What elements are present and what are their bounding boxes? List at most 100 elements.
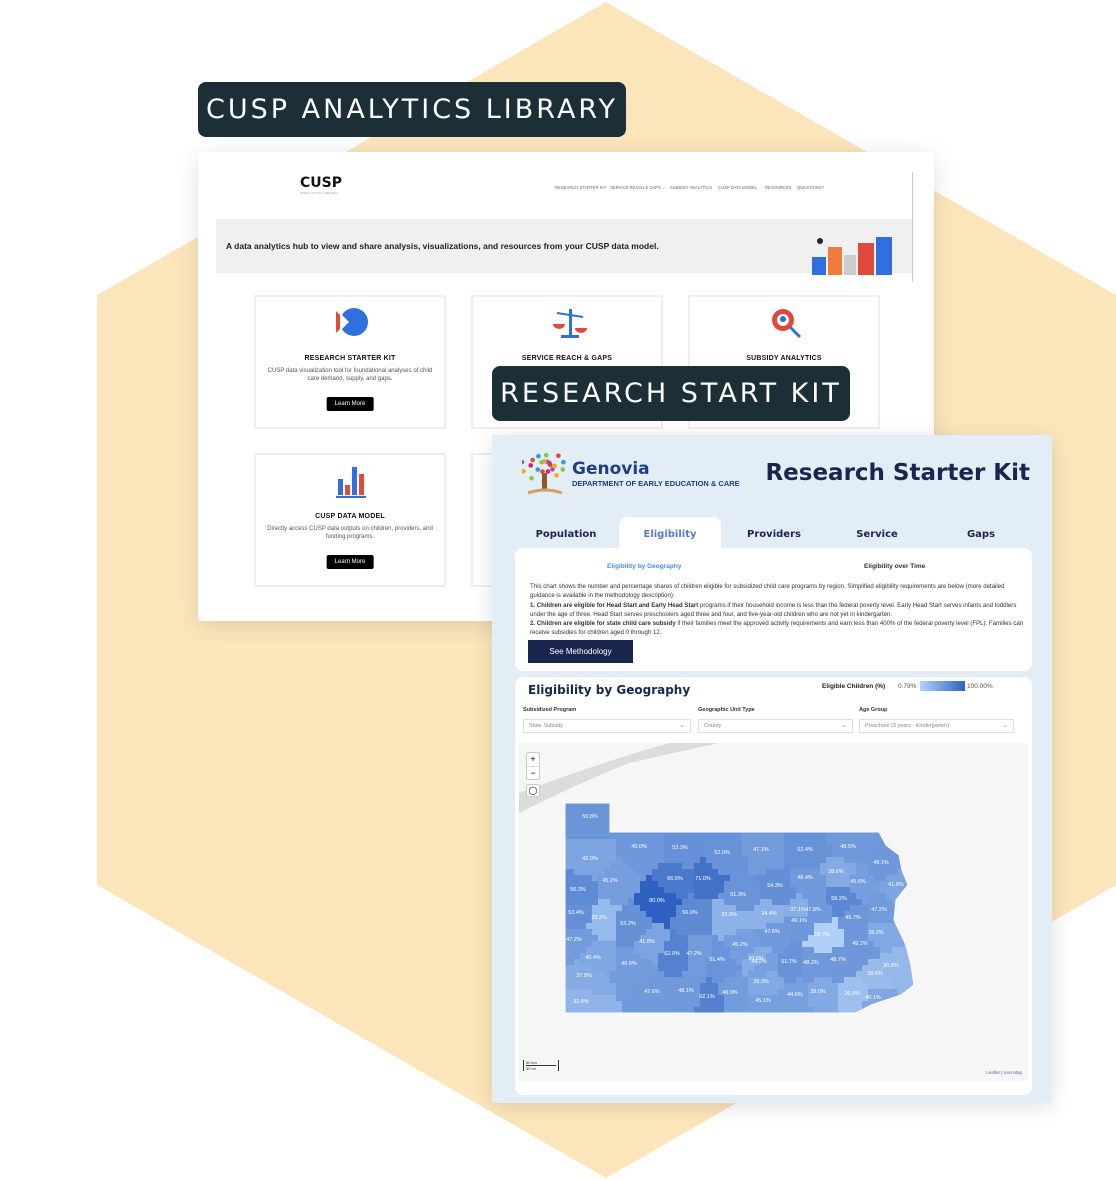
county-label[interactable]: 48.2% [803,960,819,966]
county-label[interactable]: 44.6% [787,992,803,998]
county-label[interactable]: 53.2% [620,921,636,927]
nav-item-4[interactable]: RESOURCES [765,185,792,190]
county-label[interactable]: 46.6% [621,961,637,967]
county-label[interactable]: 39.0% [810,989,826,995]
learn-more-button[interactable]: Learn More [326,555,374,569]
county-label[interactable]: 51.3% [730,892,746,898]
county-label[interactable]: 38.6% [828,869,844,875]
filter-select[interactable]: State Subsidy ⌄ [523,719,691,733]
tab-eligibility[interactable]: Eligibility [643,529,696,540]
county-label[interactable]: 47.2% [566,937,582,943]
county-label[interactable]: 52.4% [797,847,813,853]
county-label[interactable]: 42.0% [582,856,598,862]
county-label[interactable]: 48.5% [840,844,856,850]
tab-population[interactable]: Population [536,529,597,540]
county-label[interactable]: 66.5% [667,876,683,882]
county-label[interactable]: 16.7% [814,932,830,938]
county-label[interactable]: 71.0% [695,876,711,882]
county-label[interactable]: 49.1% [873,860,889,866]
gear-search-icon [772,309,802,339]
county-label[interactable]: 47.8% [805,907,821,913]
county-label[interactable]: 48.1% [678,988,694,994]
nav-item-5[interactable]: QUESTIONS? [797,185,824,190]
county-label[interactable]: 47.2% [686,951,702,957]
county-label[interactable]: 48.4% [797,875,813,881]
county-label[interactable]: 54.3% [767,883,783,889]
lasso-select-button[interactable]: ◯ [526,784,540,797]
county-label[interactable]: 62.0% [664,951,680,957]
card-3[interactable]: CUSP DATA MODEL Directly access CUSP data… [254,453,446,587]
cusp-logo[interactable]: CUSP ANALYTICS LIBRARY [300,175,342,195]
tab-gaps[interactable]: Gaps [967,529,995,540]
see-methodology-button[interactable]: See Methodology [528,640,633,663]
county-label[interactable]: 51.7% [781,959,797,965]
county-label[interactable]: 49.1% [791,918,807,924]
county-label[interactable]: 45.6% [850,879,866,885]
choropleth-map[interactable]: 50.8% 49.0% 53.3% 52.0% 47.1% 52.4% 48.5% 42.0%… [519,743,1028,1081]
county-label[interactable]: 50.8% [582,814,598,820]
county-label[interactable]: 26.0% [844,991,860,997]
learn-more-button[interactable]: Learn More [326,397,374,411]
county-label[interactable]: 56.3% [570,887,586,893]
scrollbar[interactable] [912,172,913,282]
filter-label: Subsidized Program [523,707,577,713]
tab-providers[interactable]: Providers [747,529,801,540]
legend-max: 100.00% [967,683,993,690]
county-label[interactable]: 53.4% [568,910,584,916]
filter-select[interactable]: Preschool (3 years - Kindergarten) ⌄ [859,719,1014,733]
county-label[interactable]: 53.3% [672,845,688,851]
county-label[interactable]: 47.1% [753,847,769,853]
buildings-illustration [812,237,892,275]
county-label[interactable]: 34.4% [761,911,777,917]
bar-chart-icon [336,467,366,498]
county-label[interactable]: 49.2% [852,941,868,947]
county-label[interactable]: 28.6% [867,971,883,977]
nav-item-3[interactable]: CUSP DATA MODEL [718,185,757,190]
nav-item-1[interactable]: SERVICE REACH & GAPS ⌄ [610,185,666,190]
county-label[interactable]: 45.2% [602,878,618,884]
county-label[interactable]: 45.1% [755,998,771,1004]
county-label[interactable]: 58.2% [831,896,847,902]
county-label[interactable]: 80.0% [649,898,665,904]
county-label[interactable]: 49.7% [845,915,861,921]
county-label[interactable]: 47.6% [644,989,660,995]
county-label[interactable]: 37.1% [790,907,806,913]
zoom-in-button[interactable]: + [527,753,539,767]
map-attribution[interactable]: Leaflet | Icon Map [986,1070,1022,1075]
county-label[interactable]: 33.9% [721,912,737,918]
county-label[interactable]: 45.2% [732,942,748,948]
research-starter-kit-window: Genovia DEPARTMENT OF EARLY EDUCATION & … [492,435,1052,1103]
tab-service[interactable]: Service [856,529,898,540]
nav-item-2[interactable]: SUBSIDY ANALYTICS [670,185,712,190]
county-label[interactable]: 44.2% [751,959,767,965]
nav-item-0[interactable]: RESEARCH STARTER KIT [555,185,606,190]
county-label[interactable]: 56.9% [682,910,698,916]
library-tag: CUSP ANALYTICS LIBRARY [198,82,626,137]
county-label[interactable]: 41.8% [639,939,655,945]
county-label[interactable]: 62.1% [699,994,715,1000]
zoom-out-button[interactable]: − [527,767,539,780]
county-label[interactable]: 32.8% [573,999,589,1005]
county-label[interactable]: 37.8% [576,973,592,979]
county-label[interactable]: 30.8% [883,963,899,969]
county-label[interactable]: 40.4% [585,955,601,961]
subtab-geography[interactable]: Eligibility by Geography [607,563,681,570]
filter-select[interactable]: County ⌄ [698,719,853,733]
county-label[interactable]: 40.1% [865,995,881,1001]
legend-label: Eligible Children (%) [822,683,886,690]
county-label[interactable]: 41.8% [888,882,904,888]
card-0[interactable]: RESEARCH STARTER KIT CUSP data visualizat… [254,295,446,429]
county-label[interactable]: 39.3% [753,979,769,985]
county-label[interactable]: 51.4% [709,957,725,963]
county-label[interactable]: 47.2% [871,907,887,913]
county-label[interactable]: 49.0% [631,844,647,850]
county-label[interactable]: 39.2% [868,930,884,936]
county-label[interactable]: 46.9% [722,990,738,996]
county-label[interactable]: 29.2% [591,915,607,921]
chevron-down-icon: ⌄ [1002,722,1008,729]
subtab-over-time[interactable]: Eligibility over Time [864,563,925,570]
county-label[interactable]: 47.6% [764,929,780,935]
county-label[interactable]: 48.7% [830,957,846,963]
card-title: SERVICE REACH & GAPS [521,355,613,362]
county-label[interactable]: 52.0% [714,850,730,856]
